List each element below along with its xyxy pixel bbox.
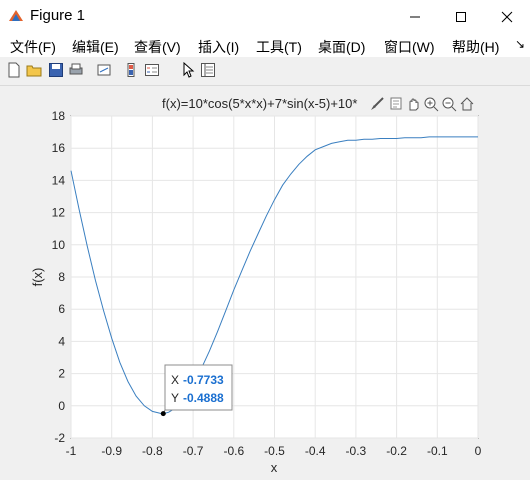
insert-legend-icon[interactable] [144, 62, 160, 78]
open-file-icon[interactable] [26, 62, 42, 78]
menu-desktop[interactable]: 桌面(D) [318, 37, 365, 57]
menu-edit[interactable]: 编辑(E) [72, 37, 119, 57]
figure-canvas [0, 86, 530, 480]
property-inspector-icon[interactable] [200, 62, 216, 78]
save-icon[interactable] [48, 62, 64, 78]
brush-icon[interactable] [369, 96, 385, 112]
window-title: Figure 1 [30, 7, 86, 24]
menu-tools[interactable]: 工具(T) [256, 37, 302, 57]
menu-help[interactable]: 帮助(H) [452, 37, 499, 57]
maximize-icon [456, 11, 466, 22]
menu-view[interactable]: 查看(V) [134, 37, 181, 57]
figure-toolbar [0, 57, 530, 86]
minimize-icon [410, 16, 420, 17]
link-plot-icon[interactable] [96, 62, 112, 78]
maximize-button[interactable] [438, 0, 484, 33]
close-icon [501, 11, 513, 22]
edit-plot-icon[interactable] [180, 62, 196, 78]
menu-bar: 文件(F) 编辑(E) 查看(V) 插入(I) 工具(T) 桌面(D) 窗口(W… [0, 33, 530, 57]
window-titlebar: Figure 1 [0, 0, 530, 33]
menu-insert[interactable]: 插入(I) [198, 37, 239, 57]
new-figure-icon[interactable] [6, 62, 22, 78]
pan-icon[interactable] [405, 96, 421, 112]
matlab-figure-icon [9, 10, 23, 21]
menu-window[interactable]: 窗口(W) [384, 37, 435, 57]
data-tips-icon[interactable] [388, 96, 404, 112]
minimize-button[interactable] [392, 0, 438, 33]
print-icon[interactable] [68, 62, 84, 78]
menu-file[interactable]: 文件(F) [10, 37, 56, 57]
zoom-in-icon[interactable] [423, 96, 439, 112]
zoom-out-icon[interactable] [441, 96, 457, 112]
home-icon[interactable] [459, 96, 475, 112]
insert-colorbar-icon[interactable] [124, 62, 140, 78]
close-button[interactable] [484, 0, 530, 33]
menu-overflow-icon[interactable]: ↘ [515, 37, 525, 51]
